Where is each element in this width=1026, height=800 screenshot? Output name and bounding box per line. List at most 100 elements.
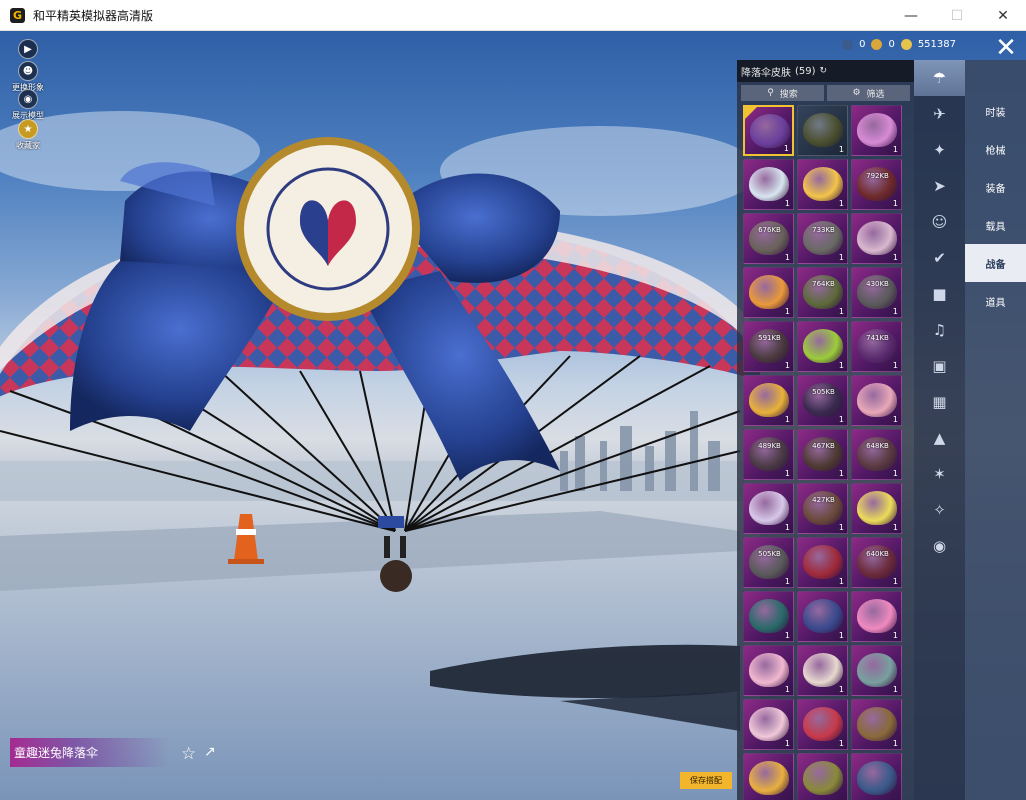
subcategory-sparkle-button[interactable]: ✶ (914, 456, 965, 492)
subcategory-glider-button[interactable]: ✔ (914, 240, 965, 276)
window-title-bar: G 和平精英模拟器高清版 — ☐ ✕ (0, 0, 1026, 31)
subcategory-card-button[interactable]: ▣ (914, 348, 965, 384)
parachute-item[interactable]: 1 (851, 105, 902, 156)
item-count: 1 (892, 469, 898, 478)
parachute-item[interactable]: 1 (851, 645, 902, 696)
category-tab[interactable]: 装备 (965, 168, 1026, 206)
subcategory-parachute-button[interactable]: ☂ (914, 60, 965, 96)
parachute-item[interactable]: 1 (797, 645, 848, 696)
save-outfit-button[interactable]: 保存搭配 (680, 772, 732, 789)
item-count: 1 (784, 469, 790, 478)
show-model-tool[interactable]: ◉ 展示模型 (8, 89, 48, 121)
parachute-thumbnail (803, 167, 843, 201)
parachute-item[interactable]: 1 (743, 645, 794, 696)
parachute-item[interactable]: 1 (743, 699, 794, 750)
filter-icon: ⚙ (852, 88, 861, 98)
category-tab[interactable]: 枪械 (965, 130, 1026, 168)
category-tab[interactable]: 时装 (965, 92, 1026, 130)
subcategory-spray-button[interactable]: ▲ (914, 420, 965, 456)
item-count: 1 (784, 199, 790, 208)
parachute-item[interactable]: 591KB 1 (743, 321, 794, 372)
close-icon: ✕ (997, 7, 1009, 24)
subcategory-picture-button[interactable]: ▦ (914, 384, 965, 420)
item-count: 1 (892, 523, 898, 532)
item-count: 1 (784, 361, 790, 370)
parachute-item[interactable]: 1 (851, 375, 902, 426)
parachute-thumbnail (749, 761, 789, 795)
maximize-button[interactable]: ☐ (934, 0, 980, 31)
item-count: 1 (892, 199, 898, 208)
parachute-item[interactable]: 1 (851, 483, 902, 534)
parachute-item[interactable]: 505KB 1 (743, 537, 794, 588)
item-panel: 降落伞皮肤 (59) ↻ ⚲ 搜索 ⚙ 筛选 1 1 1 1 1 792KB 1 676KB 1… (737, 60, 914, 800)
download-size-label: 792KB (866, 172, 889, 180)
refresh-icon[interactable]: ↻ (820, 66, 828, 76)
download-size-label: 505KB (812, 388, 835, 396)
parachute-item[interactable]: 489KB 1 (743, 429, 794, 480)
play-tool[interactable]: ▶ (8, 39, 48, 59)
subcategory-plane-button[interactable]: ✈ (914, 96, 965, 132)
parachute-item[interactable]: 1 (797, 159, 848, 210)
category-tab[interactable]: 战备 (965, 244, 1026, 282)
subcategory-emote-face-button[interactable]: ☺ (914, 204, 965, 240)
item-count: 1 (838, 469, 844, 478)
subcategory-helmet-button[interactable]: ◉ (914, 528, 965, 564)
subcategory-drone-button[interactable]: ✦ (914, 132, 965, 168)
panel-title: 降落伞皮肤 (741, 67, 791, 79)
category-tab[interactable]: 载具 (965, 206, 1026, 244)
item-count: 1 (892, 415, 898, 424)
download-size-label: 505KB (758, 550, 781, 558)
parachute-item[interactable]: 505KB 1 (797, 375, 848, 426)
parachute-item[interactable]: 676KB 1 (743, 213, 794, 264)
parachute-item[interactable]: 1 (797, 699, 848, 750)
parachute-item[interactable]: 648KB 1 (851, 429, 902, 480)
subcategory-sound-button[interactable]: ♫ (914, 312, 965, 348)
subcategory-robot-button[interactable]: ■ (914, 276, 965, 312)
favorite-star-icon[interactable]: ☆ (181, 744, 196, 764)
search-button[interactable]: ⚲ 搜索 (741, 85, 824, 101)
parachute-item[interactable] (797, 753, 848, 800)
parachute-item[interactable]: 1 (797, 537, 848, 588)
parachute-item[interactable]: 1 (851, 591, 902, 642)
subcategory-jet-button[interactable]: ➤ (914, 168, 965, 204)
item-count: 1 (838, 631, 844, 640)
parachute-item[interactable]: 733KB 1 (797, 213, 848, 264)
subcategory-wand-button[interactable]: ✧ (914, 492, 965, 528)
parachute-item[interactable]: 1 (743, 375, 794, 426)
parachute-item[interactable] (851, 753, 902, 800)
parachute-item[interactable]: 1 (851, 699, 902, 750)
parachute-item[interactable]: 1 (743, 267, 794, 318)
filter-button[interactable]: ⚙ 筛选 (827, 85, 910, 101)
category-tab[interactable]: 道具 (965, 282, 1026, 320)
download-size-label: 489KB (758, 442, 781, 450)
share-icon[interactable]: ↗ (204, 744, 216, 760)
close-wardrobe-button[interactable]: ✕ (988, 33, 1024, 63)
parachute-item[interactable]: 430KB 1 (851, 267, 902, 318)
parachute-item[interactable]: 1 (797, 321, 848, 372)
collector-tool[interactable]: ★ 收藏家 (8, 119, 48, 151)
parachute-item[interactable]: 1 (743, 483, 794, 534)
close-button[interactable]: ✕ (980, 0, 1026, 31)
item-count: 1 (892, 145, 898, 154)
category-column: 时装 枪械 装备 载具 战备 道具 (965, 60, 1026, 800)
parachute-item[interactable]: 764KB 1 (797, 267, 848, 318)
collector-label: 收藏家 (16, 141, 40, 150)
item-count: 1 (838, 577, 844, 586)
parachute-item[interactable]: 640KB 1 (851, 537, 902, 588)
parachute-thumbnail (803, 113, 843, 147)
parachute-item[interactable]: 1 (797, 105, 848, 156)
selected-item-name: 童趣迷兔降落伞 (10, 738, 170, 767)
parachute-item[interactable] (743, 753, 794, 800)
parachute-item[interactable]: 1 (797, 591, 848, 642)
parachute-item[interactable]: 741KB 1 (851, 321, 902, 372)
parachute-item[interactable]: 1 (743, 159, 794, 210)
item-count: 1 (784, 739, 790, 748)
parachute-item[interactable]: 792KB 1 (851, 159, 902, 210)
parachute-item[interactable]: 1 (743, 591, 794, 642)
parachute-item[interactable]: 1 (743, 105, 794, 156)
item-count: 1 (784, 577, 790, 586)
minimize-button[interactable]: — (888, 0, 934, 31)
parachute-item[interactable]: 1 (851, 213, 902, 264)
parachute-item[interactable]: 467KB 1 (797, 429, 848, 480)
parachute-item[interactable]: 427KB 1 (797, 483, 848, 534)
